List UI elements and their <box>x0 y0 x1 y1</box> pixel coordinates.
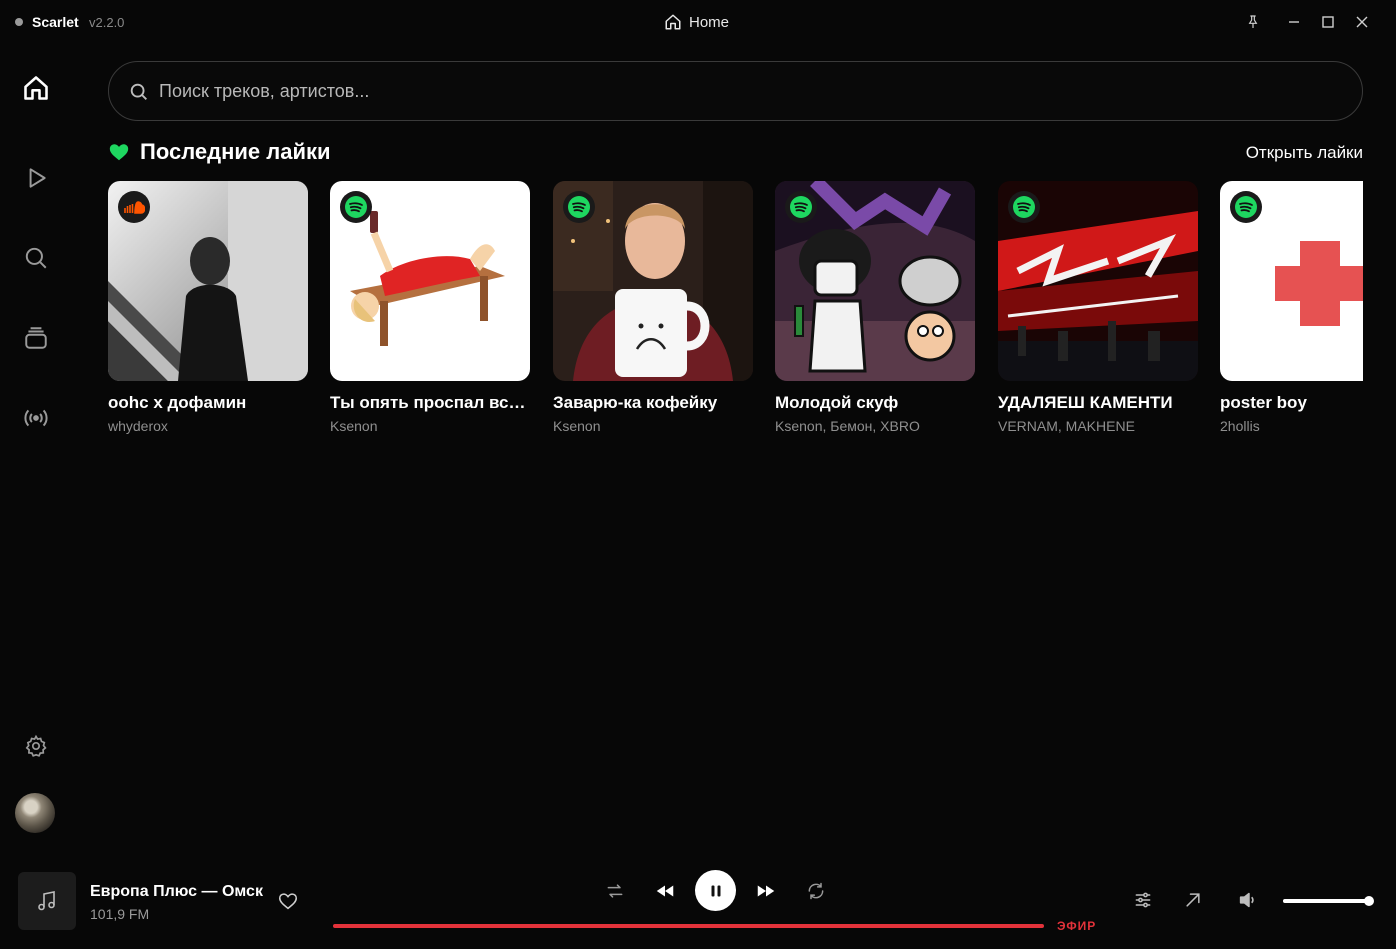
search-icon <box>130 83 147 100</box>
spotify-icon <box>1230 191 1262 223</box>
pause-button[interactable] <box>695 870 736 911</box>
maximize-button[interactable] <box>1318 12 1338 32</box>
track-title: oohc x дофамин <box>108 393 247 412</box>
progress-bar[interactable] <box>333 924 1044 928</box>
volume-icon <box>1239 892 1254 908</box>
track-card[interactable]: Молодой скуф Ksenon, Бемон, XBRO <box>775 181 975 434</box>
search-bar <box>108 61 1363 121</box>
spotify-icon <box>340 191 372 223</box>
sidebar-item-search[interactable] <box>20 242 52 274</box>
shuffle-icon <box>607 884 623 898</box>
volume-slider-handle[interactable] <box>1364 896 1374 906</box>
track-artist[interactable]: Ksenon, Бемон, XBRO <box>775 418 973 434</box>
live-label: ЭФИР <box>1057 919 1097 933</box>
track-artist[interactable]: 2hollis <box>1220 418 1363 434</box>
now-playing-cover <box>18 872 76 930</box>
track-title: poster boy <box>1220 393 1307 412</box>
track-artist[interactable]: whyderox <box>108 418 306 434</box>
sidebar-item-home[interactable] <box>20 72 52 104</box>
heart-filled-icon <box>109 144 129 161</box>
search-icon <box>25 247 47 269</box>
search-input[interactable] <box>159 76 1339 106</box>
now-playing-title: Европа Плюс — Омск <box>90 883 263 900</box>
track-card[interactable]: Заварю-ка кофейку Ksenon <box>553 181 753 434</box>
like-button[interactable] <box>277 890 299 912</box>
library-icon <box>25 327 47 349</box>
spotify-icon <box>1008 191 1040 223</box>
repeat-icon <box>808 882 824 900</box>
status-dot-icon <box>15 18 23 26</box>
liked-tracks-carousel: oohc x дофамин whyderox Ты опять проспал… <box>108 181 1363 441</box>
track-cover <box>775 181 975 381</box>
shuffle-button[interactable] <box>602 878 628 904</box>
repeat-button[interactable] <box>803 878 829 904</box>
track-card[interactable]: Ты опять проспал всё на свете Ksenon <box>330 181 530 434</box>
page-title: Home <box>689 13 730 31</box>
volume-button[interactable] <box>1236 888 1260 912</box>
home-icon <box>665 14 681 30</box>
radio-broadcast-icon <box>24 409 48 427</box>
track-title: Заварю-ка кофейку <box>553 393 718 412</box>
volume-level <box>1283 899 1369 903</box>
play-icon <box>29 168 46 188</box>
open-likes-link[interactable]: Открыть лайки <box>1246 143 1363 163</box>
track-card[interactable]: УДАЛЯЕШ КАМЕНТИ VERNAM, MAKHENE <box>998 181 1198 434</box>
close-button[interactable] <box>1352 12 1372 32</box>
sidebar-item-library[interactable] <box>20 322 52 354</box>
track-artist[interactable]: Ksenon <box>330 418 528 434</box>
track-cover <box>998 181 1198 381</box>
heart-outline-icon <box>278 893 298 910</box>
section-title: Последние лайки <box>140 139 331 164</box>
page-indicator: Home <box>664 12 729 32</box>
music-note-icon <box>38 891 55 911</box>
app-version: v2.2.0 <box>89 15 125 30</box>
pin-window-button[interactable] <box>1243 12 1263 32</box>
spotify-icon <box>785 191 817 223</box>
minimize-button[interactable] <box>1284 12 1304 32</box>
home-icon <box>24 76 48 100</box>
volume-slider[interactable] <box>1283 896 1374 906</box>
spotify-icon <box>563 191 595 223</box>
track-card[interactable]: oohc x дофамин whyderox <box>108 181 308 434</box>
track-cover <box>553 181 753 381</box>
track-card[interactable]: poster boy 2hollis <box>1220 181 1363 434</box>
track-title: УДАЛЯЕШ КАМЕНТИ <box>998 393 1173 412</box>
close-icon <box>1356 16 1368 28</box>
rewind-icon <box>656 885 674 897</box>
now-playing-subtitle: 101,9 FM <box>90 906 150 922</box>
next-button[interactable] <box>753 878 779 904</box>
sidebar-item-player[interactable] <box>20 162 52 194</box>
track-title: Молодой скуф <box>775 393 899 412</box>
expand-player-button[interactable] <box>1181 888 1205 912</box>
sliders-icon <box>1135 892 1151 908</box>
previous-button[interactable] <box>652 878 678 904</box>
sidebar-item-settings[interactable] <box>20 730 52 762</box>
track-cover <box>1220 181 1363 381</box>
maximize-icon <box>1322 16 1334 28</box>
pause-icon <box>711 885 720 896</box>
equalizer-button[interactable] <box>1131 888 1155 912</box>
sidebar-item-radio[interactable] <box>20 402 52 434</box>
arrow-up-right-icon <box>1186 893 1200 907</box>
track-title: Ты опять проспал всё на свете <box>330 393 528 412</box>
sidebar <box>0 44 72 864</box>
section-header: Последние лайки <box>108 139 331 165</box>
track-cover <box>330 181 530 381</box>
app-name: Scarlet <box>32 14 79 30</box>
user-avatar[interactable] <box>15 793 55 833</box>
title-bar: Scarlet v2.2.0 Home <box>0 0 1396 44</box>
track-cover <box>108 181 308 381</box>
pin-icon <box>1248 15 1258 28</box>
player-bar: Европа Плюс — Омск 101,9 FM ЭФИР <box>0 864 1396 949</box>
fast-forward-icon <box>757 885 775 897</box>
soundcloud-icon <box>118 191 150 223</box>
gear-icon <box>25 734 47 757</box>
track-artist[interactable]: VERNAM, MAKHENE <box>998 418 1196 434</box>
track-artist[interactable]: Ksenon <box>553 418 751 434</box>
minimize-icon <box>1289 21 1299 23</box>
